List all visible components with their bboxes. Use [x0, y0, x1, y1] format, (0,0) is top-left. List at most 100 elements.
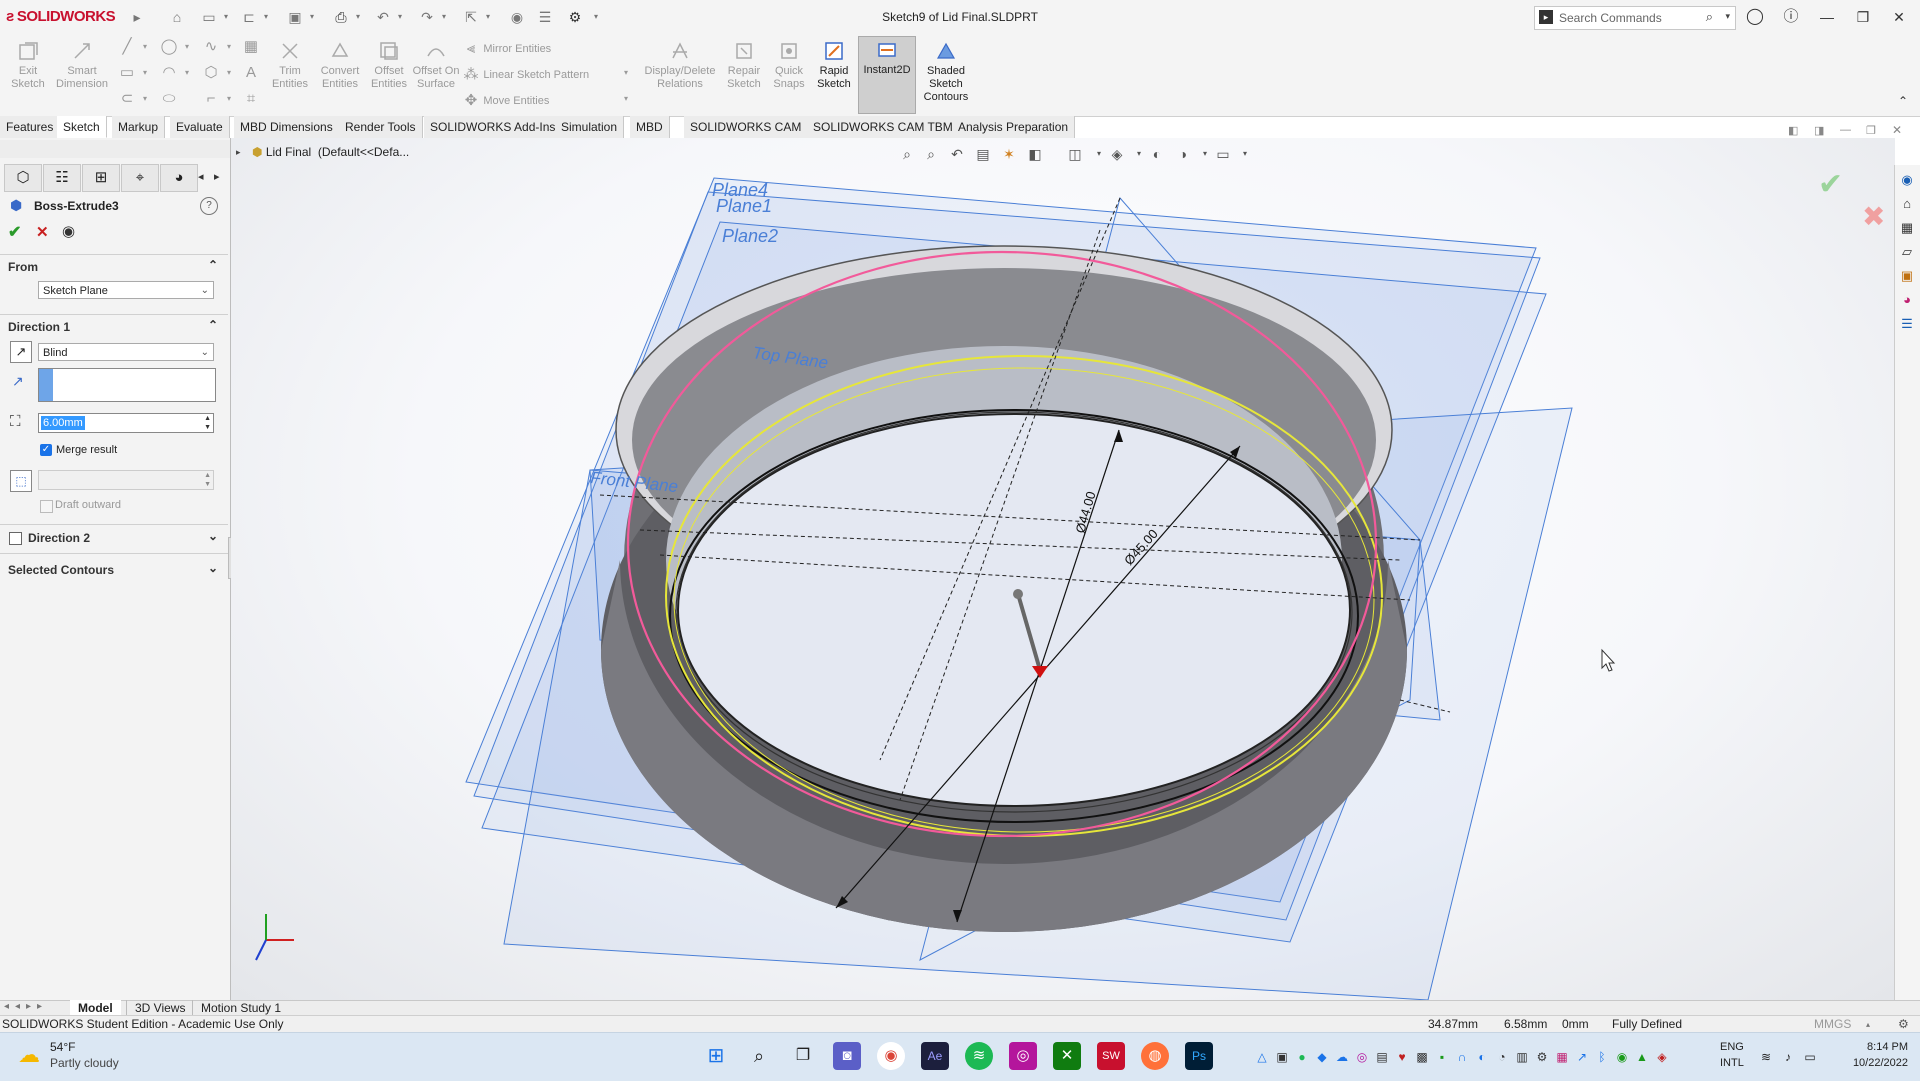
view-palette-icon[interactable]: ▱: [1897, 242, 1917, 262]
cancel-x-icon[interactable]: ✕: [36, 223, 49, 241]
tab-markup[interactable]: Markup: [112, 116, 166, 138]
repair-sketch-button[interactable]: Repair Sketch: [722, 38, 766, 91]
tab-solidworks-cam-tbm[interactable]: SOLIDWORKS CAM TBM: [807, 116, 960, 138]
viewport-minimize-icon[interactable]: —: [1840, 124, 1851, 136]
viewport-restore-icon[interactable]: ❐: [1866, 124, 1876, 137]
model-view[interactable]: Plane4 Plane1 Plane2 Top Plane Front Pla…: [231, 138, 1895, 1000]
instant2d-button[interactable]: Instant2D: [858, 36, 916, 114]
apply-scene-icon[interactable]: ◑: [1172, 144, 1194, 164]
task-view-icon[interactable]: ❐: [789, 1042, 817, 1070]
tab-render-tools[interactable]: Render Tools: [339, 116, 423, 138]
direction2-section-header[interactable]: Direction 2 ⌄: [0, 527, 228, 549]
move-entities-button[interactable]: ✥ Move Entities ▾: [462, 92, 632, 110]
wifi-icon[interactable]: ≋: [1758, 1049, 1774, 1065]
arc-dropdown-icon[interactable]: ▾: [178, 64, 196, 82]
polygon-dropdown-icon[interactable]: ▾: [220, 64, 238, 82]
tray-app7-icon[interactable]: ◐: [1474, 1049, 1490, 1065]
select-icon[interactable]: ⇱: [462, 8, 480, 26]
design-library-icon[interactable]: ⌂: [1897, 194, 1917, 214]
tab-solidworks-cam[interactable]: SOLIDWORKS CAM: [684, 116, 809, 138]
viewport-tile-left-icon[interactable]: ◧: [1788, 124, 1798, 137]
custom-properties-icon[interactable]: ☰: [1897, 314, 1917, 334]
scenes-icon[interactable]: ◕: [1897, 290, 1917, 310]
windows-start-icon[interactable]: ⊞: [702, 1042, 730, 1070]
property-manager-tab-icon[interactable]: ☷: [43, 164, 81, 192]
volume-icon[interactable]: ♪: [1780, 1049, 1796, 1065]
weather-icon[interactable]: ☁: [18, 1042, 40, 1068]
draft-outward-checkbox[interactable]: [40, 500, 53, 513]
clock-time[interactable]: 8:14 PM: [1838, 1041, 1908, 1053]
dynamic-annotation-icon[interactable]: ✶: [998, 144, 1020, 164]
slot-dropdown-icon[interactable]: ▾: [136, 90, 154, 108]
options-gear-icon[interactable]: ⚙: [566, 8, 584, 26]
chrome-icon[interactable]: ◉: [877, 1042, 905, 1070]
line-dropdown-icon[interactable]: ▾: [136, 38, 154, 56]
bottom-tab-motion-study[interactable]: Motion Study 1: [192, 1000, 289, 1016]
tray-onedrive-icon[interactable]: ☁: [1334, 1049, 1350, 1065]
pattern-dropdown-icon[interactable]: ▾: [624, 68, 628, 77]
offset-on-surface-button[interactable]: Offset On Surface: [412, 38, 460, 91]
sketch-grid-icon[interactable]: ▦: [242, 38, 260, 56]
print-dropdown-icon[interactable]: ▾: [354, 8, 362, 26]
spline-icon[interactable]: ∿: [202, 38, 220, 56]
weather-temp[interactable]: 54°F: [50, 1040, 75, 1054]
tray-spotify-icon[interactable]: ●: [1294, 1049, 1310, 1065]
tray-app8-icon[interactable]: ◔: [1494, 1049, 1510, 1065]
polygon-icon[interactable]: ⬡: [202, 64, 220, 82]
display-manager-tab-icon[interactable]: ◕: [160, 164, 198, 192]
from-select[interactable]: Sketch Plane ⌄: [38, 281, 214, 299]
spline-dropdown-icon[interactable]: ▾: [220, 38, 238, 56]
undo-dropdown-icon[interactable]: ▾: [396, 8, 404, 26]
clock-date[interactable]: 10/22/2022: [1838, 1057, 1908, 1069]
xbox-icon[interactable]: ✕: [1053, 1042, 1081, 1070]
file-properties-icon[interactable]: ☰: [536, 8, 554, 26]
direction1-section-header[interactable]: Direction 1 ⌃: [0, 316, 228, 338]
bottom-tab-model[interactable]: Model: [70, 1000, 121, 1016]
panel-splitter[interactable]: [0, 140, 230, 158]
zoom-to-area-icon[interactable]: ⌕: [920, 144, 942, 164]
rectangle-dropdown-icon[interactable]: ▾: [136, 64, 154, 82]
taskbar-search-icon[interactable]: ⌕: [745, 1042, 773, 1070]
viewport-close-icon[interactable]: ✕: [1892, 123, 1902, 137]
tab-sketch[interactable]: Sketch: [57, 116, 107, 138]
tray-app4-icon[interactable]: ♥: [1394, 1049, 1410, 1065]
confirm-ok-icon[interactable]: ✔: [1818, 167, 1843, 202]
tray-app10-icon[interactable]: ⚙: [1534, 1049, 1550, 1065]
app-icon[interactable]: ◎: [1009, 1042, 1037, 1070]
hide-show-items-icon[interactable]: ◈: [1106, 144, 1128, 164]
fillet-dropdown-icon[interactable]: ▾: [220, 90, 238, 108]
options-dropdown-icon[interactable]: ▾: [592, 8, 600, 26]
spotify-icon[interactable]: ≋: [965, 1042, 993, 1070]
circle-icon[interactable]: ◯: [160, 38, 178, 56]
new-document-icon[interactable]: ▭: [200, 8, 218, 26]
rapid-sketch-button[interactable]: Rapid Sketch: [812, 38, 856, 91]
new-dropdown-icon[interactable]: ▾: [222, 8, 230, 26]
file-explorer-icon[interactable]: ▦: [1897, 218, 1917, 238]
restore-button[interactable]: ❐: [1848, 6, 1878, 28]
plane1-label[interactable]: Plane1: [716, 196, 772, 216]
tab-scroll-left-icon[interactable]: ◂: [198, 170, 204, 183]
quick-snaps-button[interactable]: Quick Snaps: [768, 38, 810, 91]
circle-dropdown-icon[interactable]: ▾: [178, 38, 196, 56]
from-section-header[interactable]: From ⌃: [0, 256, 228, 278]
tab-evaluate[interactable]: Evaluate: [170, 116, 230, 138]
mirror-entities-button[interactable]: ⫷ Mirror Entities: [462, 40, 612, 58]
previous-view-icon[interactable]: ↶: [946, 144, 968, 164]
home-icon[interactable]: ⌂: [168, 8, 186, 26]
line-icon[interactable]: ╱: [118, 38, 136, 56]
tab-scroll-arrows-icon[interactable]: ◂◂▸▸: [4, 1001, 48, 1012]
save-icon[interactable]: ▣: [286, 8, 304, 26]
view-orientation-icon[interactable]: ◧: [1024, 144, 1046, 164]
bottom-tab-3d-views[interactable]: 3D Views: [126, 1000, 193, 1016]
preview-eye-icon[interactable]: ◉: [62, 222, 75, 240]
tab-mbd-dimensions[interactable]: MBD Dimensions: [234, 116, 340, 138]
offset-entities-button[interactable]: Offset Entities: [366, 38, 412, 91]
section-view-icon[interactable]: ▤: [972, 144, 994, 164]
zoom-to-fit-icon[interactable]: ⌕: [896, 144, 918, 164]
tab-solidworks-add-ins[interactable]: SOLIDWORKS Add-Ins: [424, 116, 563, 138]
text-icon[interactable]: A: [242, 64, 260, 82]
selected-contours-section-header[interactable]: Selected Contours ⌄: [0, 559, 228, 581]
tray-app11-icon[interactable]: ▦: [1554, 1049, 1570, 1065]
close-button[interactable]: ✕: [1884, 6, 1914, 28]
save-dropdown-icon[interactable]: ▾: [308, 8, 316, 26]
